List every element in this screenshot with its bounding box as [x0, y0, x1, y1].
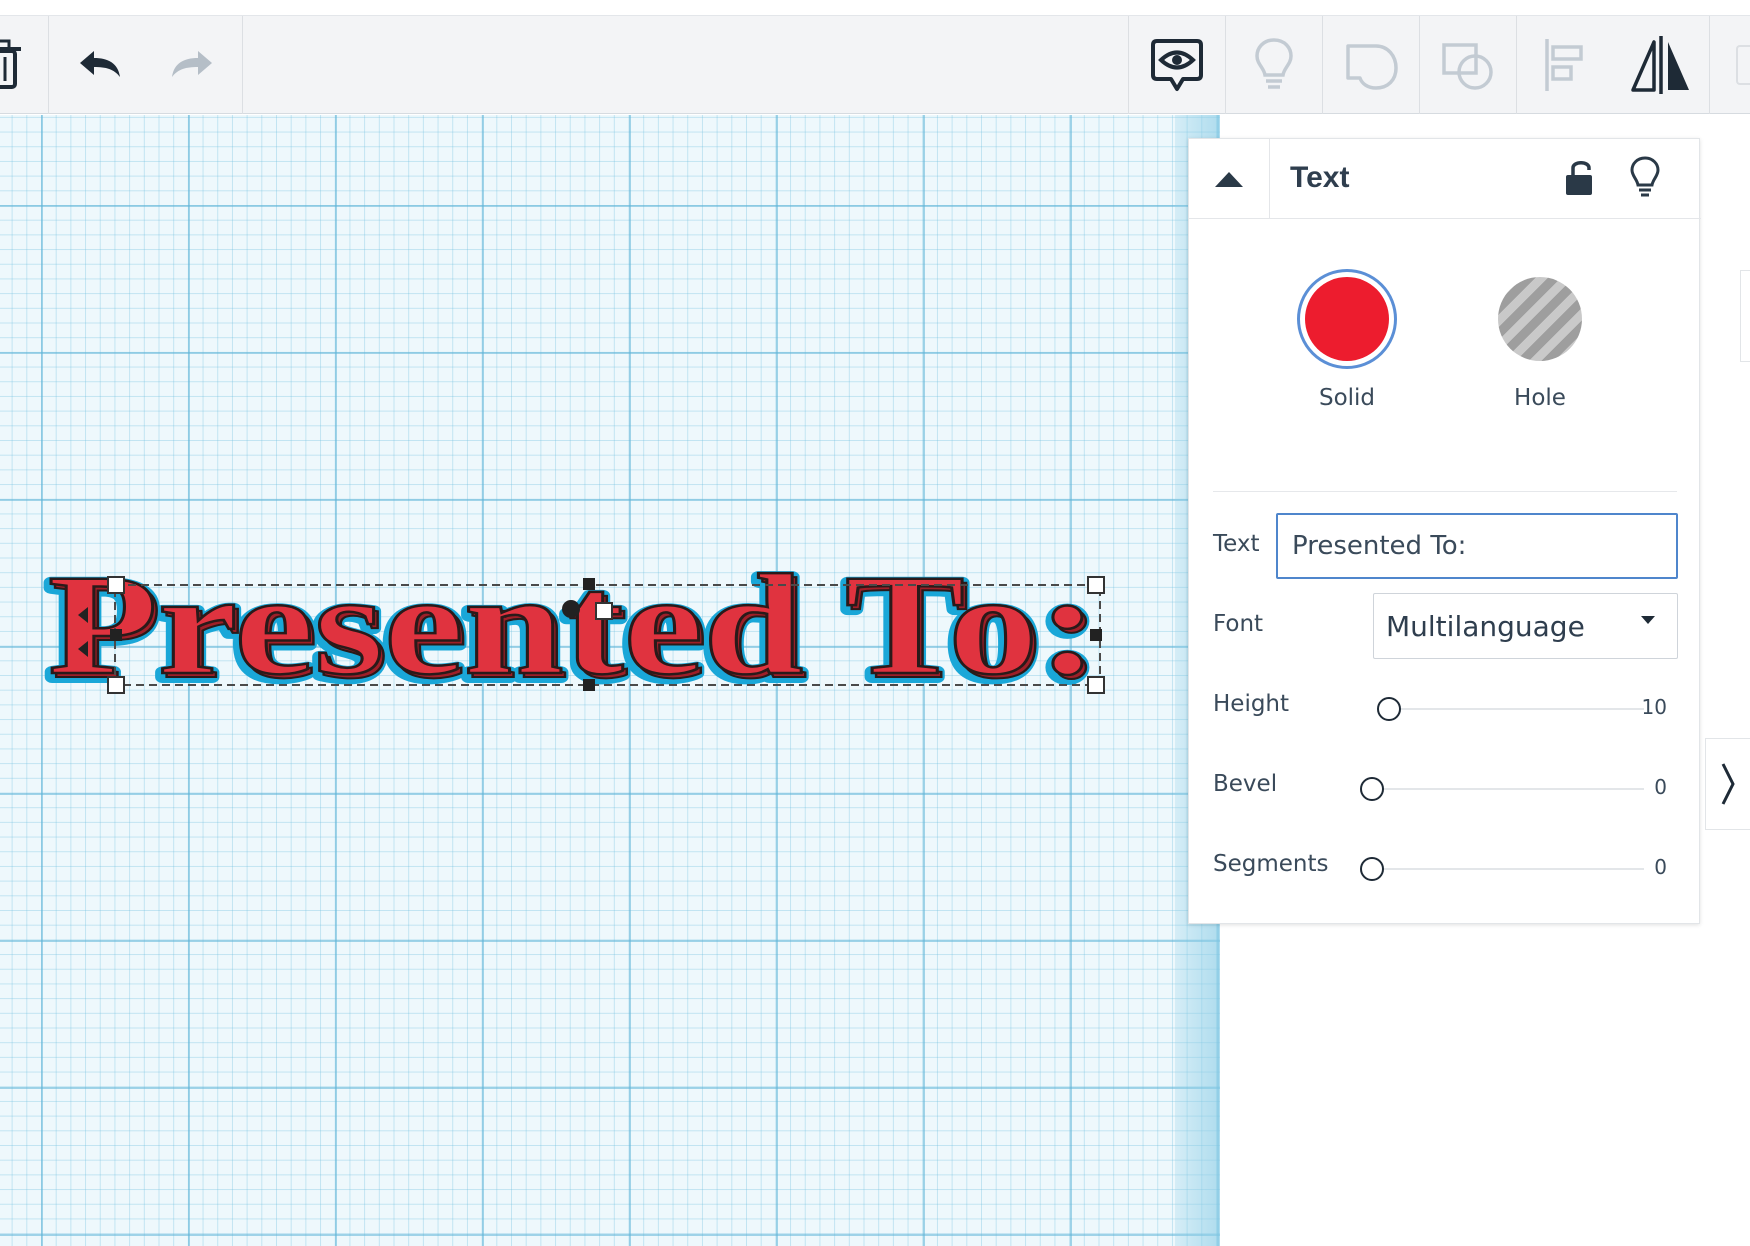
mirror-button[interactable]	[1613, 16, 1709, 114]
more-toolbar-button[interactable]	[1733, 16, 1750, 114]
resize-handle[interactable]	[1087, 676, 1105, 694]
unlock-icon	[1566, 161, 1592, 195]
segments-prop-label: Segments	[1213, 851, 1329, 877]
expand-panel-tab[interactable]	[1705, 738, 1750, 830]
height-prop-label: Height	[1213, 691, 1290, 717]
lightbulb-icon	[1630, 156, 1660, 197]
undo-button[interactable]	[60, 16, 140, 114]
bevel-slider-track[interactable]	[1374, 788, 1644, 790]
inspector-title: Text	[1290, 161, 1350, 194]
shape-hint-button[interactable]	[1625, 153, 1665, 201]
lock-button[interactable]	[1559, 156, 1599, 200]
chevron-right-icon	[1721, 763, 1735, 805]
trash-icon	[0, 39, 21, 89]
solid-color-fill	[1305, 277, 1389, 361]
bevel-prop-label: Bevel	[1213, 771, 1278, 797]
redo-button[interactable]	[152, 16, 232, 114]
segments-slider-knob[interactable]	[1360, 857, 1384, 881]
resize-handle[interactable]	[1090, 629, 1102, 641]
caret-down-icon	[1641, 616, 1655, 624]
text-shape-face: Presented To:	[48, 546, 1098, 705]
font-select[interactable]: Multilanguage	[1373, 593, 1678, 659]
hole-pattern	[1498, 277, 1582, 361]
resize-handle[interactable]	[107, 576, 125, 594]
solid-color-swatch[interactable]	[1297, 269, 1397, 369]
align-icon	[1545, 39, 1583, 91]
notes-button[interactable]	[1129, 16, 1225, 114]
note-eye-icon	[1151, 39, 1203, 91]
hole-swatch[interactable]	[1490, 269, 1590, 369]
align-button[interactable]	[1517, 16, 1613, 114]
shape-button[interactable]	[1323, 16, 1419, 114]
resize-handle[interactable]	[583, 578, 595, 590]
elevate-handle[interactable]	[562, 600, 580, 618]
shape-inspector-panel: Text Solid Hole Text Font Multilanguage	[1188, 138, 1701, 924]
redo-icon	[172, 51, 212, 77]
trash-button[interactable]	[0, 16, 30, 114]
hole-label: Hole	[1514, 385, 1566, 411]
resize-handle[interactable]	[1087, 576, 1105, 594]
lightbulb-icon	[1255, 38, 1293, 89]
height-slider-knob[interactable]	[1377, 697, 1401, 721]
group-button[interactable]	[1420, 16, 1516, 114]
shape-icon	[1346, 44, 1398, 90]
resize-handle[interactable]	[110, 629, 122, 641]
text-prop-label: Text	[1213, 531, 1260, 557]
text-input[interactable]	[1276, 513, 1678, 579]
resize-handle[interactable]	[107, 676, 125, 694]
collapse-button[interactable]	[1189, 139, 1270, 219]
group-icon	[1442, 43, 1493, 90]
resize-handle[interactable]	[583, 679, 595, 691]
segments-value: 0	[1654, 855, 1667, 879]
hints-button[interactable]	[1226, 16, 1322, 114]
bevel-slider-knob[interactable]	[1360, 777, 1384, 801]
undo-icon	[80, 51, 120, 77]
height-slider-track[interactable]	[1389, 708, 1644, 710]
bevel-value: 0	[1654, 775, 1667, 799]
top-strip	[0, 0, 1750, 16]
mirror-icon	[1631, 36, 1689, 94]
text-shape[interactable]: Presented To: Presented To: Presented To…	[40, 544, 1120, 715]
side-panel-tab[interactable]	[1740, 270, 1750, 362]
font-prop-label: Font	[1213, 611, 1264, 637]
panel-divider	[1213, 491, 1677, 492]
toolbar	[0, 16, 1750, 114]
font-select-value: Multilanguage	[1386, 609, 1585, 643]
segments-slider-track[interactable]	[1374, 868, 1644, 870]
inspector-header: Text	[1189, 139, 1701, 219]
height-value: 10	[1641, 695, 1667, 719]
caret-up-icon	[1215, 172, 1243, 187]
height-handle[interactable]	[595, 602, 613, 620]
solid-label: Solid	[1318, 385, 1376, 411]
